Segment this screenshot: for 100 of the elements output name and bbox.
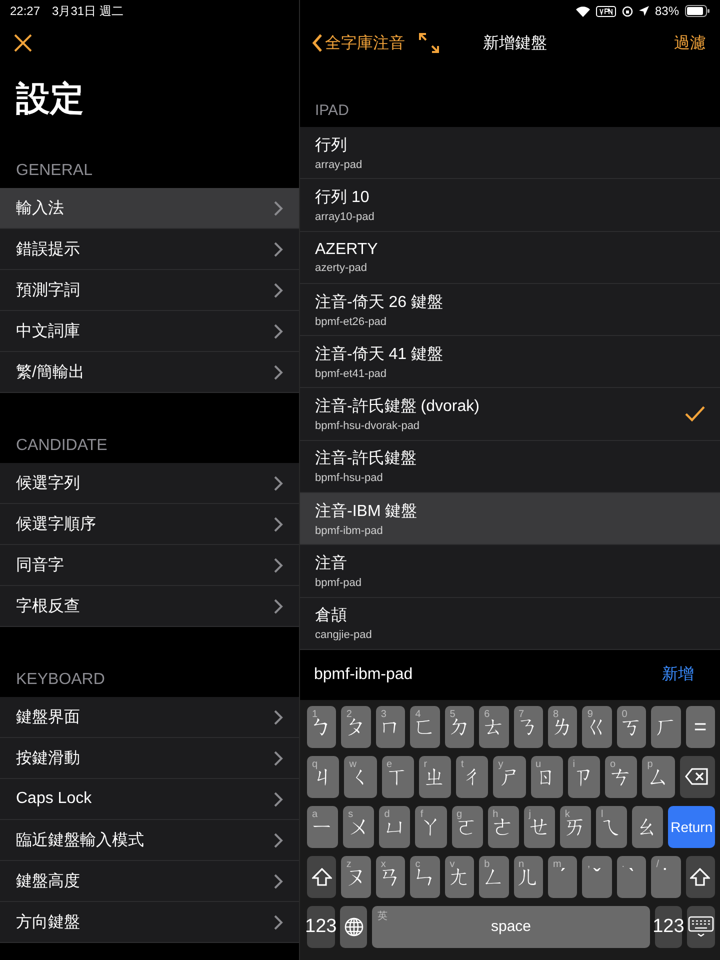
keyboard-name: 注音-許氏鍵盤	[315, 448, 418, 470]
chevron-icon	[274, 516, 283, 532]
row-label: 鍵盤高度	[16, 872, 80, 892]
keyboard-id-field[interactable]: bpmf-ibm-pad	[312, 664, 662, 685]
settings-row[interactable]: 預測字詞	[0, 270, 299, 311]
key[interactable]: .ˋ	[616, 856, 646, 898]
battery-percent: 83%	[654, 4, 679, 18]
section-header: GENERAL	[15, 162, 94, 181]
settings-row[interactable]: Caps Lock	[0, 779, 299, 820]
key[interactable]: 6ㄊ	[479, 706, 509, 748]
key[interactable]: nㄦ	[514, 856, 543, 898]
key[interactable]: 0ㄎ	[616, 706, 646, 748]
keyboard-row[interactable]: 注音-倚天 26 鍵盤 bpmf-et26-pad	[300, 284, 720, 336]
keyboard-name: 倉頡	[315, 606, 348, 626]
shift-key[interactable]	[307, 856, 336, 898]
settings-row[interactable]: 按鍵滑動	[0, 738, 299, 779]
wifi-icon	[576, 6, 590, 16]
add-button[interactable]: 新增	[662, 664, 708, 686]
backspace-key[interactable]	[680, 756, 715, 798]
settings-row[interactable]: 繁/簡輸出	[0, 352, 299, 393]
settings-row[interactable]: 候選字列	[0, 463, 299, 504]
settings-row[interactable]: 方向鍵盤	[0, 902, 299, 943]
keyboard-id: bpmf-hsu-pad	[315, 472, 384, 484]
key[interactable]: bㄥ	[479, 856, 509, 898]
settings-row[interactable]: 字根反查	[0, 586, 299, 627]
chevron-icon	[274, 282, 283, 298]
numbers-key[interactable]: 123	[307, 906, 335, 948]
keyboard-id: array10-pad	[315, 210, 376, 223]
key[interactable]: =	[686, 706, 716, 748]
settings-row[interactable]: 中文詞庫	[0, 311, 299, 352]
keyboard-id: bpmf-hsu-dvorak-pad	[315, 420, 421, 432]
chevron-icon	[274, 914, 283, 930]
keyboard-row[interactable]: AZERTY azerty-pad	[300, 232, 720, 284]
key[interactable]: ㄏ	[651, 706, 681, 748]
keyboard-row[interactable]: 倉頡 cangjie-pad	[300, 598, 720, 650]
section-header: CANDIDATE	[15, 437, 108, 456]
chevron-icon	[274, 832, 283, 848]
row-label: 同音字	[16, 556, 64, 576]
globe-icon	[344, 916, 364, 937]
expand-icon[interactable]	[419, 33, 439, 53]
row-label: 中文詞庫	[16, 322, 80, 342]
key[interactable]: 5ㄉ	[444, 706, 474, 748]
key[interactable]: 9ㄍ	[582, 706, 612, 748]
keyboard-id: azerty-pad	[315, 262, 368, 274]
keyboard-name: 注音	[315, 554, 348, 574]
chevron-icon	[274, 792, 283, 806]
page-title: 設定	[16, 79, 85, 120]
key[interactable]: 4ㄈ	[410, 706, 440, 748]
keyboard-id: bpmf-ibm-pad	[315, 524, 384, 537]
shift-icon	[312, 868, 332, 886]
keyboard-row[interactable]: 行列 10 array10-pad	[300, 179, 720, 232]
key[interactable]: ㄠ	[632, 806, 664, 848]
settings-row[interactable]: 同音字	[0, 545, 299, 586]
key[interactable]: 8ㄌ	[548, 706, 578, 748]
nav-title: 新增鍵盤	[483, 34, 548, 54]
return-key[interactable]: Return	[668, 806, 715, 848]
filter-button[interactable]: 過濾	[674, 32, 706, 54]
back-button[interactable]: 全字庫注音	[312, 32, 405, 54]
keyboard-name: 行列 10	[315, 188, 370, 208]
row-label: 候選字順序	[16, 514, 96, 534]
settings-row[interactable]: 候選字順序	[0, 504, 299, 545]
key[interactable]: /˙	[651, 856, 681, 898]
keyboard-name: 注音-倚天 41 鍵盤	[315, 344, 444, 365]
key[interactable]: 1ㄅ	[307, 706, 336, 748]
settings-row[interactable]: 鍵盤高度	[0, 861, 299, 902]
key[interactable]: 3ㄇ	[376, 706, 406, 748]
key[interactable]: 2ㄆ	[341, 706, 371, 748]
keyboard-name: 注音-倚天 26 鍵盤	[315, 292, 444, 313]
key[interactable]: ,ˇ	[582, 856, 612, 898]
settings-row[interactable]: 輸入法	[0, 188, 299, 229]
settings-row[interactable]: 鍵盤界面	[0, 697, 299, 738]
chevron-icon	[274, 364, 283, 380]
space-bar[interactable]: 英 space	[372, 906, 650, 948]
location-icon	[638, 6, 649, 16]
row-label: 繁/簡輸出	[16, 362, 84, 382]
shift-key[interactable]	[686, 856, 716, 898]
keyboard-row[interactable]: 注音-許氏鍵盤 bpmf-hsu-pad	[300, 440, 720, 494]
chevron-icon	[274, 476, 283, 490]
status-time: 22:27	[10, 4, 40, 18]
dismiss-keyboard-key[interactable]	[687, 906, 716, 948]
keyboard-row[interactable]: 注音 bpmf-pad	[300, 545, 720, 598]
status-date: 3月31日 週二	[52, 2, 124, 20]
row-label: 按鍵滑動	[16, 748, 80, 768]
globe-key[interactable]	[340, 906, 368, 948]
key[interactable]: 7ㄋ	[514, 706, 543, 748]
close-button[interactable]	[14, 34, 32, 52]
keyboard-row[interactable]: 注音-許氏鍵盤 (dvorak) bpmf-hsu-dvorak-pad	[300, 388, 720, 441]
keyboard-id: array-pad	[315, 158, 364, 171]
keyboard-row[interactable]: 注音-倚天 41 鍵盤 bpmf-et41-pad	[300, 336, 720, 388]
settings-row[interactable]: 錯誤提示	[0, 229, 299, 270]
chevron-icon	[274, 200, 283, 216]
row-label: 臨近鍵盤輸入模式	[16, 830, 144, 850]
key[interactable]: wㄑ	[344, 756, 376, 798]
settings-row[interactable]: 臨近鍵盤輸入模式	[0, 820, 299, 861]
keyboard-row[interactable]: 行列 array-pad	[300, 127, 720, 180]
numbers-key[interactable]: 123	[654, 906, 682, 948]
row-label: Caps Lock	[16, 790, 92, 808]
keyboard-id: bpmf-et41-pad	[315, 368, 388, 380]
rotation-lock-icon	[622, 6, 633, 16]
keyboard-row[interactable]: 注音-IBM 鍵盤 bpmf-ibm-pad	[300, 493, 720, 546]
